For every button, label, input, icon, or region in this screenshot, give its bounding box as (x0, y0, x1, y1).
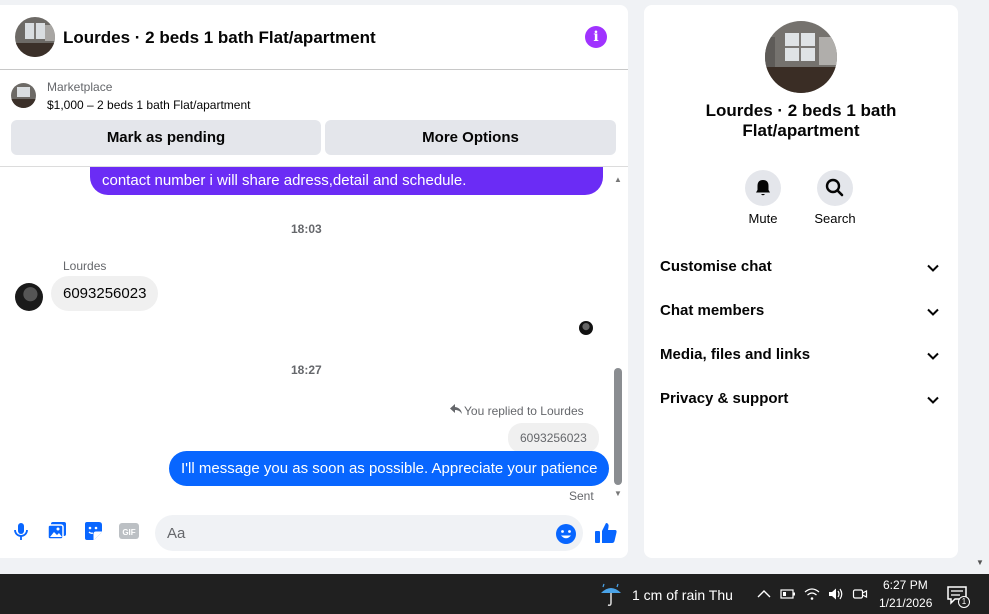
like-icon[interactable] (594, 521, 618, 545)
message-list[interactable]: contact number i will share adress,detai… (0, 167, 628, 507)
weather-rain-icon[interactable] (598, 582, 624, 608)
marketplace-listing-bar: Marketplace $1,000 – 2 beds 1 bath Flat/… (0, 71, 628, 167)
notification-count-badge: 1 (958, 596, 970, 608)
listing-source: Marketplace (47, 80, 113, 94)
conversation-title[interactable]: Lourdes · 2 beds 1 bath Flat/apartment (63, 28, 376, 48)
page-scroll-down-arrow[interactable]: ▼ (976, 558, 984, 567)
bell-icon (756, 180, 770, 196)
search-icon (825, 178, 844, 197)
chevron-down-icon (927, 308, 939, 316)
mute-button[interactable] (745, 170, 781, 206)
camera-status-icon[interactable] (852, 586, 868, 602)
reply-icon (450, 403, 462, 418)
info-icon[interactable]: i (585, 26, 607, 48)
emoji-icon[interactable] (555, 523, 577, 545)
mic-icon[interactable] (10, 520, 32, 542)
scroll-down-arrow[interactable]: ▼ (612, 489, 624, 499)
battery-icon[interactable] (780, 586, 796, 602)
timestamp: 18:27 (291, 363, 322, 377)
section-label: Customise chat (660, 258, 772, 275)
quoted-message[interactable]: 6093256023 (508, 423, 599, 453)
chevron-down-icon (927, 352, 939, 360)
photo-icon[interactable] (46, 520, 68, 542)
search-label: Search (814, 211, 856, 226)
search-button[interactable] (817, 170, 853, 206)
weather-text[interactable]: 1 cm of rain Thu (632, 587, 733, 603)
timestamp: 18:03 (291, 222, 322, 236)
sticker-icon[interactable] (82, 520, 104, 542)
scroll-up-arrow[interactable]: ▲ (612, 175, 624, 185)
section-media-files-links[interactable]: Media, files and links (644, 337, 958, 373)
chevron-up-icon[interactable] (756, 586, 772, 602)
conversation-avatar[interactable] (15, 17, 55, 57)
mute-label: Mute (748, 211, 778, 226)
conversation-avatar-large[interactable] (765, 21, 837, 93)
chevron-down-icon (927, 396, 939, 404)
wifi-icon[interactable] (804, 586, 820, 602)
svg-text:GIF: GIF (122, 528, 135, 537)
message-composer: GIF (0, 510, 628, 556)
more-options-button[interactable]: More Options (325, 120, 616, 155)
section-privacy-support[interactable]: Privacy & support (644, 381, 958, 417)
outgoing-message-bubble[interactable]: I'll message you as soon as possible. Ap… (169, 451, 610, 486)
message-input[interactable] (155, 515, 583, 551)
volume-icon[interactable] (828, 586, 844, 602)
clock-date[interactable]: 1/21/2026 (879, 596, 932, 610)
chevron-down-icon (927, 264, 939, 272)
chat-panel: Lourdes · 2 beds 1 bath Flat/apartment i… (0, 5, 628, 558)
section-label: Privacy & support (660, 390, 789, 407)
sender-name: Lourdes (63, 259, 107, 273)
message-status: Sent (569, 489, 594, 503)
chat-header: Lourdes · 2 beds 1 bath Flat/apartment i (0, 5, 628, 70)
seen-indicator-avatar (579, 321, 593, 335)
section-label: Media, files and links (660, 346, 811, 363)
clock-time[interactable]: 6:27 PM (883, 578, 928, 592)
listing-thumbnail[interactable] (11, 83, 36, 108)
outgoing-message-bubble[interactable]: contact number i will share adress,detai… (90, 167, 603, 195)
conversation-info-panel: Lourdes · 2 beds 1 bath Flat/apartment M… (644, 5, 958, 558)
reply-note: You replied to Lourdes (450, 403, 584, 418)
gif-icon[interactable]: GIF (118, 520, 140, 542)
windows-taskbar: 1 cm of rain Thu 6:27 PM 1/21/2026 1 (0, 574, 989, 614)
incoming-message-bubble[interactable]: 6093256023 (51, 276, 159, 311)
section-chat-members[interactable]: Chat members (644, 293, 958, 329)
scrollbar-thumb[interactable] (614, 368, 622, 485)
section-customise-chat[interactable]: Customise chat (644, 249, 958, 285)
listing-price[interactable]: $1,000 – 2 beds 1 bath Flat/apartment (47, 98, 250, 112)
section-label: Chat members (660, 302, 765, 319)
info-panel-title: Lourdes · 2 beds 1 bath Flat/apartment (705, 101, 897, 140)
reply-note-text: You replied to Lourdes (464, 404, 584, 418)
mark-as-pending-button[interactable]: Mark as pending (11, 120, 321, 155)
sender-avatar[interactable] (15, 283, 43, 311)
